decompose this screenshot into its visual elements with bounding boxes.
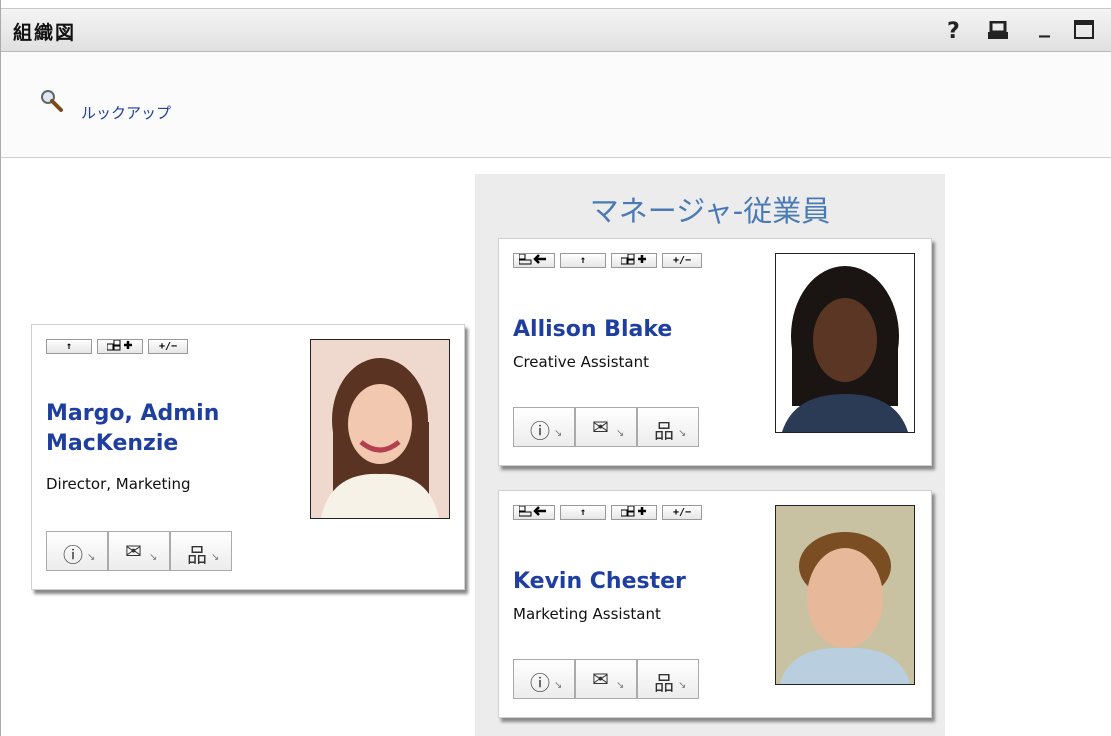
email-icon: ✉ — [592, 415, 609, 439]
info-icon: ⓘ — [530, 671, 550, 695]
portlet-frame: 組織図 ? _ ルックアップ ↑ +/− Margo, Admin MacKen… — [0, 0, 1111, 736]
email-icon: ✉ — [592, 667, 609, 691]
minimize-button[interactable]: _ — [1039, 13, 1050, 38]
info-icon: ⓘ — [63, 543, 83, 567]
person-name[interactable]: Margo, Admin MacKenzie — [46, 399, 219, 459]
org-chart-button[interactable]: 品 ↘ — [637, 407, 699, 447]
email-icon: ✉ — [125, 539, 142, 563]
org-chart-icon: 品 — [654, 671, 674, 695]
org-chart-icon: 品 — [187, 543, 207, 567]
expand-collapse-button[interactable]: +/− — [662, 505, 702, 520]
person-name[interactable]: Allison Blake — [513, 315, 672, 345]
show-peers-button[interactable] — [513, 505, 555, 520]
person-card: ↑ +/− Kevin Chester Marketing Assistant … — [498, 490, 932, 718]
person-photo — [775, 505, 915, 685]
action-buttons: ⓘ ↘ ✉ ↘ 品 ↘ — [513, 407, 699, 447]
to-manager-button[interactable]: ↑ — [560, 253, 606, 268]
show-reports-button[interactable] — [611, 505, 657, 520]
person-name-line2[interactable]: MacKenzie — [46, 429, 219, 459]
email-button[interactable]: ✉ ↘ — [575, 407, 637, 447]
lookup-label[interactable]: ルックアップ — [81, 102, 171, 123]
action-buttons: ⓘ ↘ ✉ ↘ 品 ↘ — [46, 531, 232, 571]
person-card-root: ↑ +/− Margo, Admin MacKenzie Director, M… — [31, 324, 465, 590]
expand-collapse-button[interactable]: +/− — [148, 339, 188, 354]
lookup-link[interactable]: ルックアップ — [39, 88, 171, 123]
email-button[interactable]: ✉ ↘ — [575, 659, 637, 699]
to-manager-button[interactable]: ↑ — [560, 505, 606, 520]
person-title: Marketing Assistant — [513, 605, 661, 623]
person-card: ↑ +/− Allison Blake Creative Assistant ⓘ… — [498, 238, 932, 466]
help-icon[interactable]: ? — [947, 19, 960, 44]
person-name-line1[interactable]: Margo, Admin — [46, 399, 219, 429]
org-chart-button[interactable]: 品 ↘ — [170, 531, 232, 571]
maximize-button[interactable] — [1074, 20, 1094, 39]
info-icon: ⓘ — [530, 419, 550, 443]
person-photo — [310, 339, 450, 519]
person-name[interactable]: Kevin Chester — [513, 567, 686, 597]
card-toolbar: ↑ +/− — [513, 253, 702, 268]
expand-collapse-button[interactable]: +/− — [662, 253, 702, 268]
show-peers-button[interactable] — [513, 253, 555, 268]
card-toolbar: ↑ +/− — [46, 339, 188, 354]
portlet-title: 組織図 — [13, 22, 77, 44]
show-reports-button[interactable] — [611, 253, 657, 268]
action-buttons: ⓘ ↘ ✉ ↘ 品 ↘ — [513, 659, 699, 699]
org-chart-icon: 品 — [654, 419, 674, 443]
org-chart-button[interactable]: 品 ↘ — [637, 659, 699, 699]
show-reports-button[interactable] — [97, 339, 143, 354]
to-manager-button[interactable]: ↑ — [46, 339, 92, 354]
magnifier-icon — [39, 88, 65, 114]
toolbar: ルックアップ — [1, 52, 1111, 158]
person-photo — [775, 253, 915, 433]
card-toolbar: ↑ +/− — [513, 505, 702, 520]
info-button[interactable]: ⓘ ↘ — [513, 659, 575, 699]
title-bar: 組織図 ? _ — [1, 8, 1111, 52]
person-title: Director, Marketing — [46, 475, 191, 493]
info-button[interactable]: ⓘ ↘ — [46, 531, 108, 571]
info-button[interactable]: ⓘ ↘ — [513, 407, 575, 447]
email-button[interactable]: ✉ ↘ — [108, 531, 170, 571]
print-icon[interactable] — [987, 20, 1009, 47]
panel-title: マネージャ-従業員 — [589, 194, 831, 228]
person-title: Creative Assistant — [513, 353, 649, 371]
